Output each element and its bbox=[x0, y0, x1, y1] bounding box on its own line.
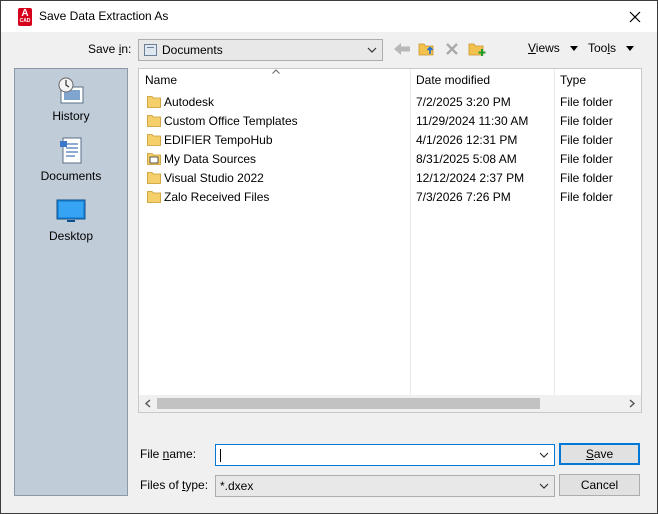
views-dropdown-caret-icon bbox=[569, 46, 578, 52]
back-arrow-icon bbox=[394, 43, 410, 55]
chevron-down-icon[interactable] bbox=[538, 449, 550, 461]
data-sources-folder-icon bbox=[147, 153, 161, 165]
title-bar: A CAD Save Data Extraction As bbox=[1, 1, 657, 32]
save-button[interactable]: Save bbox=[559, 443, 640, 465]
delete-button[interactable] bbox=[442, 39, 462, 59]
file-row[interactable]: Custom Office Templates 11/29/2024 11:30 … bbox=[139, 111, 641, 130]
file-row[interactable]: My Data Sources 8/31/2025 5:08 AM File fol… bbox=[139, 149, 641, 168]
autocad-app-icon: A CAD bbox=[18, 8, 32, 26]
file-type-select[interactable]: *.dxex bbox=[215, 475, 555, 497]
back-button[interactable] bbox=[392, 39, 412, 59]
file-name-cell: Autodesk bbox=[164, 95, 215, 109]
desktop-icon bbox=[56, 199, 86, 222]
file-type-cell: File folder bbox=[560, 190, 613, 204]
horizontal-scrollbar[interactable] bbox=[139, 395, 641, 412]
folder-icon bbox=[147, 96, 161, 108]
folder-up-icon bbox=[418, 43, 434, 56]
file-name-cell: EDIFIER TempoHub bbox=[164, 133, 273, 147]
chevron-down-icon bbox=[539, 483, 549, 489]
place-documents-label: Documents bbox=[40, 169, 102, 183]
folder-icon bbox=[147, 115, 161, 127]
save-in-value: Documents bbox=[162, 43, 223, 57]
new-folder-button[interactable] bbox=[467, 39, 487, 59]
window-title: Save Data Extraction As bbox=[39, 9, 169, 23]
file-date-cell: 12/12/2024 2:37 PM bbox=[416, 171, 525, 185]
file-name-cell: Custom Office Templates bbox=[164, 114, 298, 128]
file-type-label: Files of type: bbox=[140, 478, 209, 492]
file-row[interactable]: Visual Studio 2022 12/12/2024 2:37 PM File… bbox=[139, 168, 641, 187]
cancel-button[interactable]: Cancel bbox=[559, 474, 640, 496]
scrollbar-thumb[interactable] bbox=[157, 398, 540, 409]
place-history-label: History bbox=[52, 109, 90, 123]
close-button[interactable] bbox=[613, 1, 657, 32]
place-documents[interactable]: Documents bbox=[15, 135, 127, 183]
file-date-cell: 8/31/2025 5:08 AM bbox=[416, 152, 517, 166]
file-type-cell: File folder bbox=[560, 95, 613, 109]
close-icon bbox=[629, 11, 641, 22]
text-cursor bbox=[220, 449, 221, 462]
column-header-date[interactable]: Date modified bbox=[410, 69, 554, 91]
file-name-input[interactable] bbox=[215, 444, 555, 466]
folder-icon bbox=[147, 172, 161, 184]
file-type-value: *.dxex bbox=[220, 479, 254, 493]
file-name-cell: My Data Sources bbox=[164, 152, 257, 166]
file-type-cell: File folder bbox=[560, 171, 613, 185]
tools-menu[interactable]: Tools bbox=[588, 41, 635, 55]
up-one-level-button[interactable] bbox=[417, 39, 437, 59]
folder-icon bbox=[147, 134, 161, 146]
views-menu[interactable]: Views bbox=[528, 41, 578, 55]
documents-folder-icon bbox=[144, 44, 157, 56]
file-date-cell: 11/29/2024 11:30 AM bbox=[416, 114, 529, 128]
documents-icon bbox=[60, 137, 82, 164]
place-history[interactable]: History bbox=[15, 75, 127, 123]
chevron-down-icon bbox=[367, 47, 377, 53]
folder-icon bbox=[147, 191, 161, 203]
scroll-right-icon[interactable] bbox=[626, 398, 638, 409]
file-list[interactable]: Name Date modified Type Autodesk 7/2/2025… bbox=[138, 68, 642, 413]
file-type-cell: File folder bbox=[560, 133, 613, 147]
new-folder-icon bbox=[468, 43, 486, 56]
save-in-label: Save in: bbox=[88, 42, 132, 56]
save-in-select[interactable]: Documents bbox=[138, 39, 383, 61]
tools-dropdown-caret-icon bbox=[626, 46, 635, 52]
file-type-cell: File folder bbox=[560, 114, 613, 128]
place-desktop-label: Desktop bbox=[48, 229, 94, 243]
file-name-cell: Zalo Received Files bbox=[164, 190, 270, 204]
file-date-cell: 4/1/2026 12:31 PM bbox=[416, 133, 518, 147]
file-name-label: File name: bbox=[140, 447, 197, 461]
column-header-type[interactable]: Type bbox=[554, 69, 641, 91]
history-icon bbox=[58, 77, 84, 104]
column-header-name[interactable]: Name bbox=[139, 69, 410, 91]
delete-x-icon bbox=[446, 43, 458, 55]
place-desktop[interactable]: Desktop bbox=[15, 195, 127, 243]
file-row[interactable]: EDIFIER TempoHub 4/1/2026 12:31 PM File fo… bbox=[139, 130, 641, 149]
file-name-cell: Visual Studio 2022 bbox=[164, 171, 264, 185]
places-bar: History Documents Desktop bbox=[14, 68, 128, 496]
file-date-cell: 7/3/2026 7:26 PM bbox=[416, 190, 511, 204]
save-dialog: A CAD Save Data Extraction As Save in: Do… bbox=[0, 0, 658, 514]
scroll-left-icon[interactable] bbox=[142, 398, 154, 409]
file-type-cell: File folder bbox=[560, 152, 613, 166]
file-row[interactable]: Autodesk 7/2/2025 3:20 PM File folder bbox=[139, 92, 641, 111]
file-row[interactable]: Zalo Received Files 7/3/2026 7:26 PM File … bbox=[139, 187, 641, 206]
file-date-cell: 7/2/2025 3:20 PM bbox=[416, 95, 511, 109]
